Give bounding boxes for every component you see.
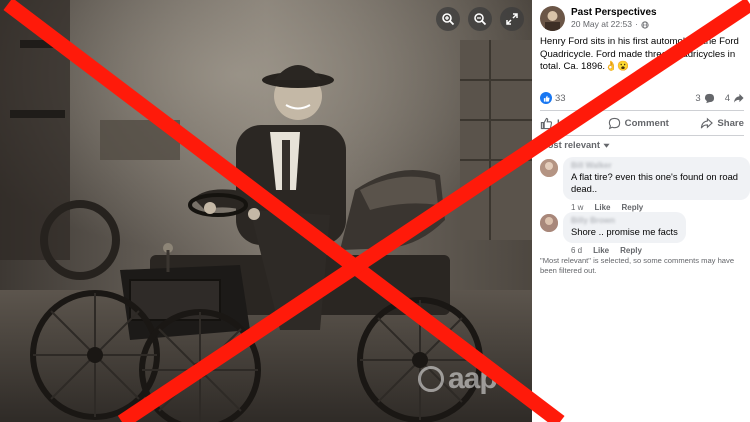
comment-count[interactable]: 3 bbox=[695, 93, 700, 104]
post-header: Past Perspectives 20 May at 22:53 · bbox=[540, 6, 657, 31]
reaction-summary[interactable]: 33 bbox=[540, 92, 566, 104]
engagement-counts: 3 4 bbox=[695, 93, 744, 104]
comment-reply-button[interactable]: Reply bbox=[621, 203, 643, 212]
comment-actions: 6 d Like Reply bbox=[563, 246, 686, 255]
comment-like-button[interactable]: Like bbox=[594, 203, 610, 212]
comment-item: Billy Brown Shore .. promise me facts 6 … bbox=[540, 212, 686, 255]
watermark-logo-icon bbox=[418, 366, 444, 392]
commenter-avatar[interactable] bbox=[540, 159, 558, 177]
caret-down-icon bbox=[603, 143, 610, 148]
page-name-link[interactable]: Past Perspectives bbox=[571, 6, 657, 19]
commenter-name[interactable]: Billy Brown bbox=[571, 215, 678, 226]
share-arrow-icon bbox=[733, 93, 744, 103]
page-avatar[interactable] bbox=[540, 6, 565, 31]
comment-time[interactable]: 1 w bbox=[571, 203, 583, 212]
photo-viewer: aap bbox=[0, 0, 532, 422]
globe-icon bbox=[641, 20, 649, 29]
post-stats: 33 3 4 bbox=[540, 91, 744, 105]
filter-note: "Most relevant" is selected, so some com… bbox=[540, 256, 735, 275]
comment-item: Bill Walker A flat tire? even this one's… bbox=[540, 157, 750, 212]
comment-button[interactable]: Comment bbox=[608, 117, 669, 130]
divider bbox=[540, 135, 744, 136]
comment-bubble: Bill Walker A flat tire? even this one's… bbox=[563, 157, 750, 200]
comment-reply-button[interactable]: Reply bbox=[620, 246, 642, 255]
reaction-count: 33 bbox=[555, 92, 566, 104]
zoom-out-icon[interactable] bbox=[468, 7, 492, 31]
share-count[interactable]: 4 bbox=[725, 93, 730, 104]
post-caption: Henry Ford sits in his first automobile,… bbox=[540, 36, 739, 73]
sort-label: Most relevant bbox=[540, 140, 600, 150]
share-icon bbox=[701, 117, 714, 128]
commenter-name[interactable]: Bill Walker bbox=[571, 160, 742, 171]
share-button-label: Share bbox=[717, 117, 744, 129]
comment-time[interactable]: 6 d bbox=[571, 246, 582, 255]
comment-button-label: Comment bbox=[624, 117, 669, 129]
post-photo bbox=[0, 0, 532, 422]
zoom-in-icon[interactable] bbox=[436, 7, 460, 31]
post-meta: 20 May at 22:53 · bbox=[571, 19, 657, 30]
post-actions: Like Comment Share bbox=[540, 112, 744, 134]
comment-text: Shore .. promise me facts bbox=[571, 226, 678, 237]
post-panel: Past Perspectives 20 May at 22:53 · Henr… bbox=[532, 0, 750, 422]
watermark-text: aap bbox=[448, 362, 498, 395]
comment-icon bbox=[608, 117, 620, 129]
like-button-label: Like bbox=[557, 117, 577, 129]
post-timestamp[interactable]: 20 May at 22:53 bbox=[571, 19, 632, 30]
thumbs-up-icon bbox=[540, 117, 553, 129]
comment-text: A flat tire? even this one's found on ro… bbox=[571, 171, 739, 194]
zoom-controls bbox=[436, 7, 524, 31]
expand-icon[interactable] bbox=[500, 7, 524, 31]
comment-actions: 1 w Like Reply bbox=[563, 203, 750, 212]
like-button[interactable]: Like bbox=[540, 117, 576, 130]
comment-bubble-icon bbox=[704, 93, 714, 103]
share-button[interactable]: Share bbox=[700, 117, 744, 130]
comment-sort-dropdown[interactable]: Most relevant bbox=[540, 140, 610, 150]
comment-bubble: Billy Brown Shore .. promise me facts bbox=[563, 212, 686, 243]
commenter-avatar[interactable] bbox=[540, 214, 558, 232]
comment-like-button[interactable]: Like bbox=[593, 246, 609, 255]
watermark: aap bbox=[418, 362, 498, 396]
like-reaction-icon bbox=[540, 92, 552, 104]
divider bbox=[540, 110, 744, 111]
